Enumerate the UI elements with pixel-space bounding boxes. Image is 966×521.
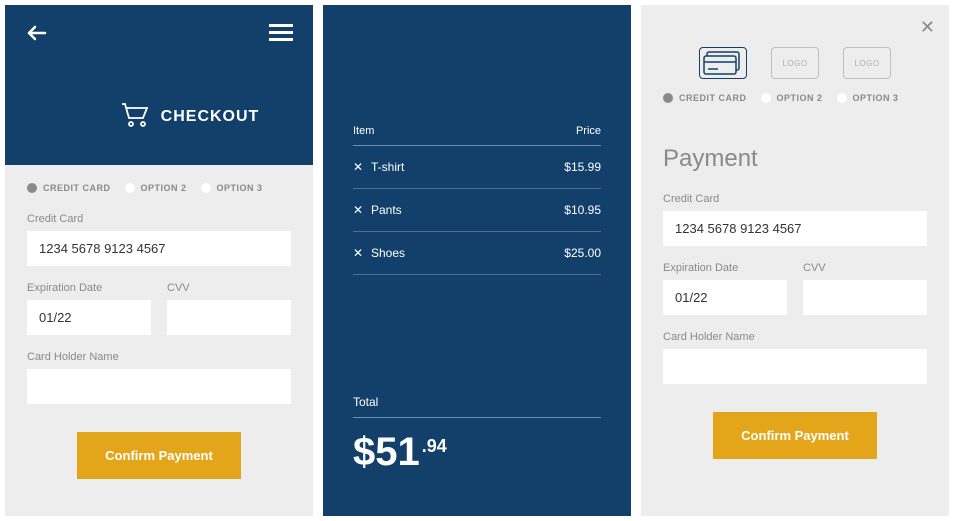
cart-row: ✕ T-shirt $15.99 [353,146,601,189]
cart-item-price: $10.95 [564,203,601,217]
total-amount: $51.94 [353,430,601,475]
price-header: Price [576,125,601,137]
option-3[interactable]: OPTION 3 [837,93,899,103]
card-type-row: LOGO LOGO [641,5,949,79]
radio-icon [125,183,135,193]
holder-input[interactable] [27,369,291,404]
cart-panel: Item Price ✕ T-shirt $15.99 ✕ Pants $10.… [323,5,631,516]
payment-options: CREDIT CARD OPTION 2 OPTION 3 [5,165,313,205]
payment-panel: ✕ LOGO LOGO CREDIT CARD OPTION 2 OPTION … [641,5,949,516]
remove-item-icon[interactable]: ✕ [353,203,371,217]
cvv-input[interactable] [803,280,927,315]
total-label: Total [353,395,601,418]
credit-card-input[interactable] [27,231,291,266]
payment-form: Credit Card Expiration Date CVV Card Hol… [641,185,949,459]
cvv-label: CVV [803,262,927,274]
total-whole: $51 [353,430,420,474]
card-logo-option[interactable]: LOGO [843,47,891,79]
holder-label: Card Holder Name [663,331,927,343]
option-label: OPTION 2 [777,93,823,103]
expiration-input[interactable] [27,300,151,335]
option-3[interactable]: OPTION 3 [201,183,263,193]
payment-title: Payment [641,115,949,185]
credit-card-input[interactable] [663,211,927,246]
total-cents: .94 [422,436,447,456]
option-label: OPTION 2 [141,183,187,193]
remove-item-icon[interactable]: ✕ [353,246,371,260]
radio-icon [201,183,211,193]
option-label: CREDIT CARD [679,93,747,103]
cart-row: ✕ Shoes $25.00 [353,232,601,275]
cart-item-name: T-shirt [371,160,564,174]
item-header: Item [353,125,374,137]
radio-icon [27,183,37,193]
back-arrow-icon[interactable] [25,21,49,50]
confirm-payment-button[interactable]: Confirm Payment [713,412,877,459]
option-2[interactable]: OPTION 2 [761,93,823,103]
checkout-header: CHECKOUT [5,5,313,165]
option-2[interactable]: OPTION 2 [125,183,187,193]
credit-card-label: Credit Card [663,193,927,205]
option-label: OPTION 3 [853,93,899,103]
cvv-input[interactable] [167,300,291,335]
option-credit-card[interactable]: CREDIT CARD [27,183,111,193]
payment-options: CREDIT CARD OPTION 2 OPTION 3 [641,79,949,115]
cart-item-price: $25.00 [564,246,601,260]
radio-icon [761,93,771,103]
radio-icon [837,93,847,103]
remove-item-icon[interactable]: ✕ [353,160,371,174]
card-logo-option[interactable]: LOGO [771,47,819,79]
checkout-title: CHECKOUT [161,108,260,126]
close-icon[interactable]: ✕ [920,17,935,38]
expiration-label: Expiration Date [27,282,151,294]
menu-icon[interactable] [269,24,293,47]
cart-row: ✕ Pants $10.95 [353,189,601,232]
logo-text: LOGO [854,59,879,68]
radio-icon [663,93,673,103]
confirm-payment-button[interactable]: Confirm Payment [77,432,241,479]
cart-item-name: Pants [371,203,564,217]
option-credit-card[interactable]: CREDIT CARD [663,93,747,103]
expiration-input[interactable] [663,280,787,315]
holder-label: Card Holder Name [27,351,291,363]
credit-card-label: Credit Card [27,213,291,225]
option-label: CREDIT CARD [43,183,111,193]
cart-icon [119,100,151,133]
checkout-panel: CHECKOUT CREDIT CARD OPTION 2 OPTION 3 C… [5,5,313,516]
cart-item-price: $15.99 [564,160,601,174]
logo-text: LOGO [782,59,807,68]
credit-card-icon[interactable] [699,47,747,79]
option-label: OPTION 3 [217,183,263,193]
payment-form: Credit Card Expiration Date CVV Card Hol… [5,205,313,479]
expiration-label: Expiration Date [663,262,787,274]
holder-input[interactable] [663,349,927,384]
cvv-label: CVV [167,282,291,294]
cart-header-row: Item Price [353,125,601,146]
cart-item-name: Shoes [371,246,564,260]
